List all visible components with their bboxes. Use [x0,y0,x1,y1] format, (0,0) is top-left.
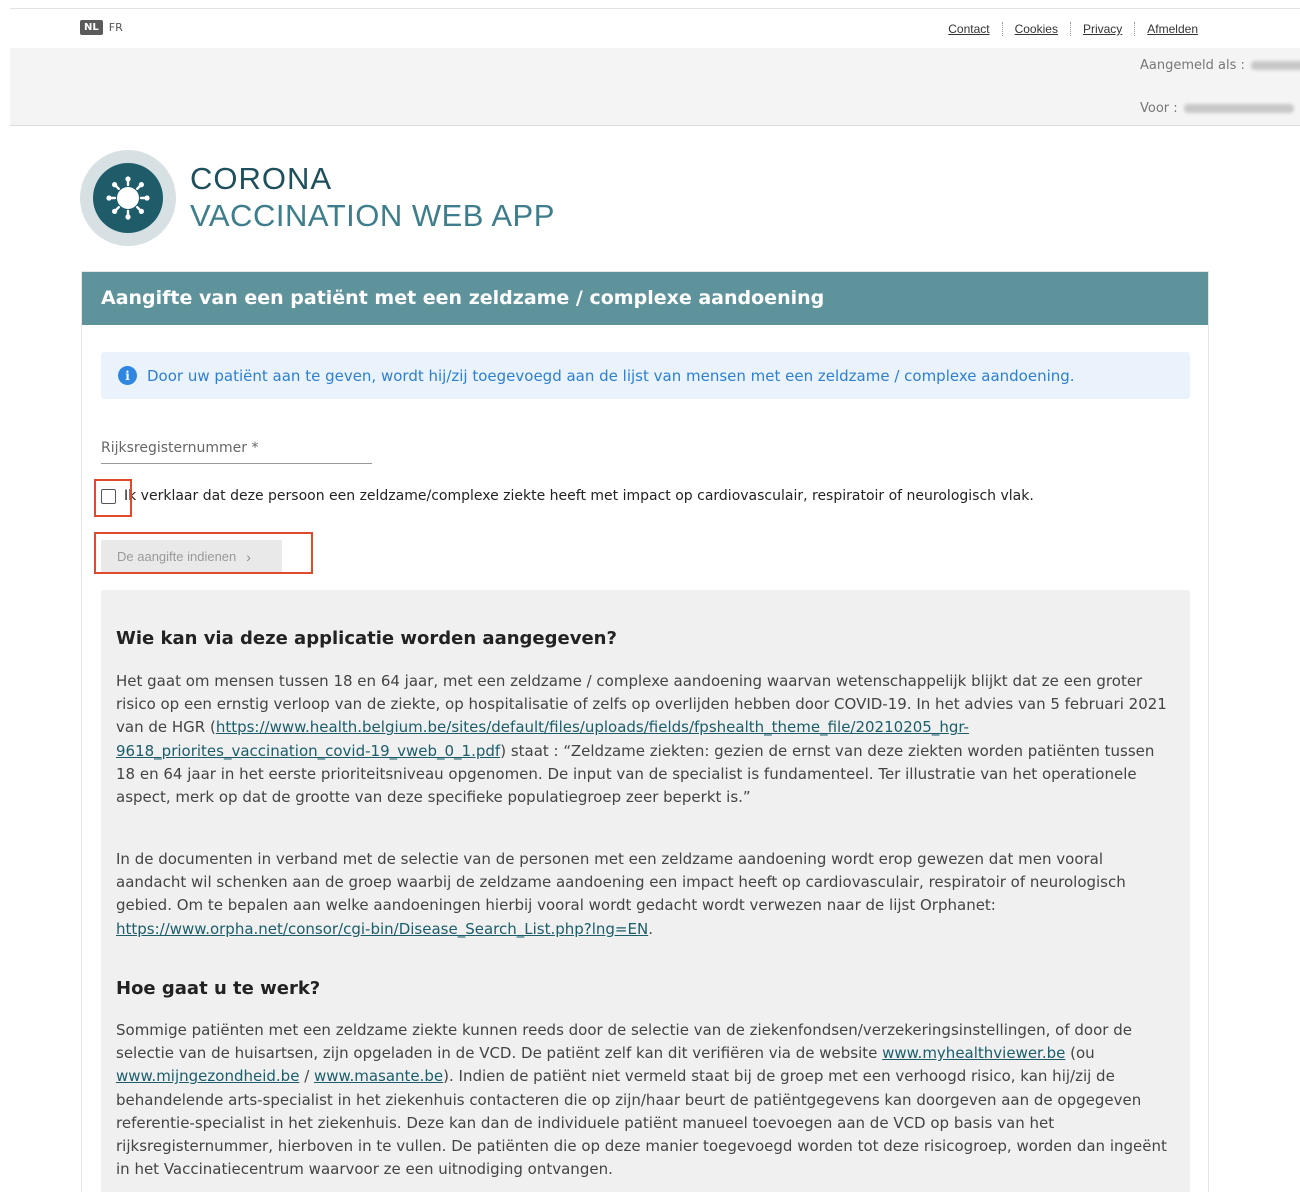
logged-in-label: Aangemeld als : [1140,58,1245,73]
orphanet-link[interactable]: https://www.orpha.net/consor/cgi-bin/Dis… [116,920,648,938]
info-text: Door uw patiënt aan te geven, wordt hij/… [147,366,1075,385]
rrn-input[interactable]: Rijksregisternummer * [101,440,372,464]
mijngezondheid-link[interactable]: www.mijngezondheid.be [116,1067,299,1085]
app-title-line2: VACCINATION WEB APP [190,198,555,233]
paragraph-text: / [299,1067,315,1086]
section-heading-how: Hoe gaat u te werk? [116,978,321,999]
redacted-user-name [1250,61,1300,70]
paragraph-how: Sommige patiënten met een zeldzame ziekt… [116,1019,1176,1181]
rrn-label: Rijksregisternummer * [101,440,259,456]
declaration-card: Aangifte van een patiënt met een zeldzam… [81,271,1209,1192]
app-title: CORONA VACCINATION WEB APP [190,161,555,235]
for-label: Voor : [1140,101,1178,116]
top-links: Contact Cookies Privacy Afmelden [936,22,1210,36]
lang-nl-button[interactable]: NL [80,20,103,35]
paragraph-text: In de documenten in verband met de selec… [116,850,1126,915]
declaration-checkbox-row: Ik verklaar dat deze persoon een zeldzam… [101,488,1034,504]
logout-link[interactable]: Afmelden [1134,22,1210,36]
declaration-label[interactable]: Ik verklaar dat deze persoon een zeldzam… [124,488,1034,504]
checkbox-highlight-box [94,479,132,517]
logged-in-as: Aangemeld als : [1140,58,1300,73]
masante-link[interactable]: www.masante.be [314,1067,443,1085]
redacted-organisation-name [1183,104,1294,113]
lang-fr-button[interactable]: FR [109,21,123,34]
info-panel: Wie kan via deze applicatie worden aange… [101,590,1190,1192]
paragraph-who: Het gaat om mensen tussen 18 en 64 jaar,… [116,670,1176,809]
section-heading-who: Wie kan via deze applicatie worden aange… [116,628,617,649]
virus-icon [93,163,163,233]
page: NL FR Contact Cookies Privacy Afmelden A… [10,8,1300,1192]
paragraph-orphanet: In de documenten in verband met de selec… [116,848,1176,941]
user-bar: Aangemeld als : Voor : [10,48,1300,126]
organisation: Voor : [1140,101,1294,116]
cookies-link[interactable]: Cookies [1001,22,1070,36]
language-switcher: NL FR [80,20,123,35]
card-heading: Aangifte van een patiënt met een zeldzam… [82,272,1208,325]
contact-link[interactable]: Contact [936,22,1001,36]
app-title-line1: CORONA [190,161,333,196]
paragraph-text: (ou [1065,1044,1095,1063]
privacy-link[interactable]: Privacy [1069,22,1134,36]
app-logo [80,150,176,246]
button-highlight-box [94,532,313,574]
info-icon: i [118,366,137,385]
info-message: i Door uw patiënt aan te geven, wordt hi… [101,352,1190,399]
top-bar: NL FR Contact Cookies Privacy Afmelden [10,9,1300,48]
paragraph-text: . [648,919,653,938]
myhealthviewer-link[interactable]: www.myhealthviewer.be [882,1044,1065,1062]
